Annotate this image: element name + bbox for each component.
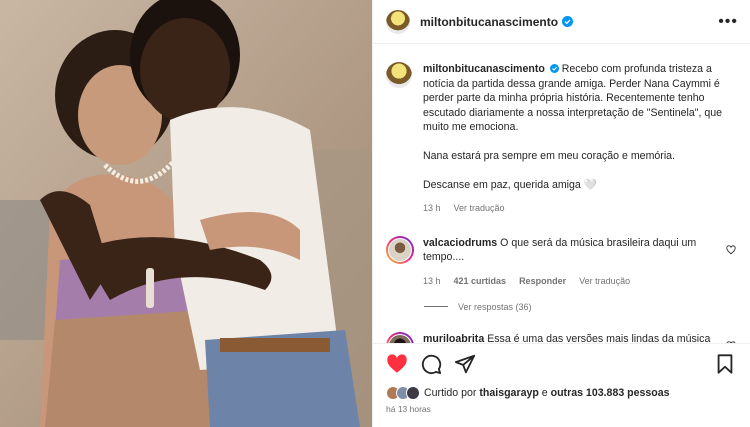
replies-divider: [424, 306, 448, 308]
comment-avatar[interactable]: [386, 331, 414, 343]
more-horizontal-icon[interactable]: •••: [718, 13, 738, 31]
caption-translate[interactable]: Ver tradução: [454, 201, 505, 216]
author-username[interactable]: miltonbitucanascimento: [420, 15, 558, 29]
comment-item: valcaciodrums O que será da música brasi…: [373, 235, 750, 289]
post-actions: Curtido por thaisgarayp e outras 103.883…: [373, 343, 750, 427]
liker-avatar[interactable]: [406, 386, 420, 400]
comment-avatar[interactable]: [386, 235, 414, 264]
comment-time[interactable]: 13 h: [423, 274, 441, 289]
like-comment-heart-icon[interactable]: [726, 245, 736, 255]
caption-paragraph-3: Descanse em paz, querida amiga 🤍: [423, 178, 597, 191]
caption-meta: 13 h Ver tradução: [423, 201, 736, 216]
comment-item: muriloabrita Essa é uma das versões mais…: [373, 331, 750, 343]
caption-body: miltonbitucanascimento Recebo com profun…: [423, 62, 736, 216]
liked-by-user[interactable]: thaisgarayp: [479, 387, 538, 399]
heart-icon[interactable]: [386, 353, 408, 375]
caption-author[interactable]: miltonbitucanascimento: [423, 63, 545, 75]
view-replies-button[interactable]: Ver respostas (36): [424, 302, 750, 312]
post-header: miltonbitucanascimento •••: [373, 0, 750, 44]
comment-meta: 13 h 421 curtidas Responder Ver tradução: [423, 274, 726, 289]
author-avatar[interactable]: [386, 9, 410, 34]
likes-others[interactable]: outras 103.883 pessoas: [551, 387, 670, 399]
action-icons: [386, 352, 736, 376]
likes-middle: e: [538, 387, 551, 399]
view-replies-label: Ver respostas (36): [458, 301, 532, 312]
verified-badge-icon: [549, 64, 559, 73]
caption-avatar[interactable]: [386, 62, 412, 88]
post-photo[interactable]: [0, 0, 372, 427]
likes-text: Curtido por thaisgarayp e outras 103.883…: [424, 387, 670, 399]
caption-time[interactable]: 13 h: [423, 201, 441, 216]
comment-body: muriloabrita Essa é uma das versões mais…: [423, 332, 726, 343]
posted-time[interactable]: há 13 horas: [386, 404, 736, 414]
share-icon[interactable]: [454, 353, 476, 375]
likes-prefix: Curtido por: [424, 387, 480, 399]
comment-author[interactable]: valcaciodrums: [423, 237, 497, 249]
likes-summary: Curtido por thaisgarayp e outras 103.883…: [386, 386, 736, 400]
comment-translate[interactable]: Ver tradução: [579, 274, 630, 289]
caption-paragraph-2: Nana estará pra sempre em meu coração e …: [423, 149, 676, 162]
verified-badge-icon: [562, 16, 574, 27]
comment-body: valcaciodrums O que será da música brasi…: [423, 236, 726, 289]
bookmark-icon[interactable]: [714, 353, 736, 375]
comment-icon[interactable]: [420, 353, 442, 375]
comment-likes[interactable]: 421 curtidas: [454, 274, 507, 289]
comment-author[interactable]: muriloabrita: [423, 333, 484, 343]
comments-area[interactable]: miltonbitucanascimento Recebo com profun…: [373, 45, 750, 343]
reply-button[interactable]: Responder: [519, 274, 566, 289]
caption: miltonbitucanascimento Recebo com profun…: [373, 62, 750, 216]
post-side-panel: miltonbitucanascimento ••• miltonbitucan…: [372, 0, 750, 427]
